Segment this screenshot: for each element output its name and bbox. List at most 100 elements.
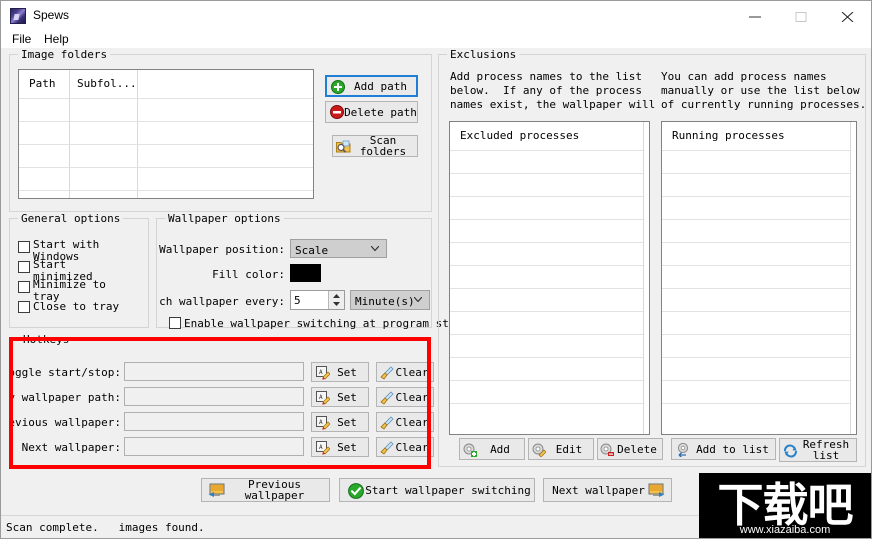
hotkey-clear-button-2[interactable]: Clear	[376, 387, 434, 407]
previous-wallpaper-button[interactable]: Previous wallpaper	[201, 478, 330, 502]
list-item[interactable]	[662, 288, 856, 311]
switch-interval-stepper[interactable]: 5	[290, 290, 345, 310]
excluded-processes-rows[interactable]	[450, 150, 649, 434]
exclusions-delete-label: Delete	[617, 442, 657, 456]
list-item[interactable]	[662, 219, 856, 242]
list-item[interactable]	[662, 265, 856, 288]
stepper-up-icon[interactable]	[333, 294, 340, 298]
add-to-list-label: Add to list	[696, 442, 769, 456]
list-item[interactable]	[662, 380, 856, 403]
next-wallpaper-button[interactable]: Next wallpaper	[543, 478, 672, 502]
hotkey-clear-button-4[interactable]: Clear	[376, 437, 434, 457]
checkbox-close-to-tray[interactable]	[18, 301, 30, 313]
exclusions-group: Exclusions Add process names to the list…	[438, 48, 866, 467]
start-wallpaper-switching-button[interactable]: Start wallpaper switching	[339, 478, 535, 502]
interval-unit-select[interactable]: Minute(s)	[350, 290, 430, 310]
list-item[interactable]	[450, 219, 649, 242]
list-item[interactable]	[662, 196, 856, 219]
watermark-overlay: 下载吧 www.xiazaiba.com	[699, 473, 871, 538]
add-circle-green-icon	[331, 80, 345, 94]
menu-item-help[interactable]: Help	[41, 32, 72, 46]
wallpaper-options-group: Wallpaper options Wallpaper position: Sc…	[156, 212, 482, 330]
wallpaper-position-select[interactable]: Scale	[290, 239, 387, 258]
excluded-processes-list[interactable]: Excluded processes	[449, 121, 650, 435]
minimize-button[interactable]	[733, 1, 779, 31]
scan-folders-button[interactable]: Scan folders	[332, 135, 418, 157]
hotkey-set-button-2[interactable]: A Set	[311, 387, 369, 407]
svg-text:A: A	[319, 444, 323, 451]
hotkey-clear-label-1: Clear	[395, 365, 429, 379]
hotkey-clear-label-2: Clear	[395, 390, 429, 404]
list-item[interactable]	[450, 357, 649, 380]
running-processes-list[interactable]: Running processes	[661, 121, 857, 435]
svg-text:A: A	[319, 369, 323, 376]
checkbox-start-with-windows[interactable]	[18, 241, 30, 253]
stepper-buttons[interactable]	[328, 291, 344, 309]
list-item[interactable]	[662, 311, 856, 334]
close-button[interactable]	[825, 1, 871, 31]
next-wallpaper-label: Next wallpaper	[552, 483, 645, 497]
exclusions-edit-button[interactable]: Edit	[528, 438, 594, 460]
checkbox-start-minimized[interactable]	[18, 261, 30, 273]
list-item[interactable]	[450, 403, 649, 426]
list-item[interactable]	[450, 334, 649, 357]
list-item[interactable]	[450, 311, 649, 334]
refresh-list-label: Refresh list	[802, 438, 850, 462]
broom-icon	[380, 416, 394, 430]
excluded-list-scrollbar[interactable]	[643, 122, 649, 434]
refresh-list-button[interactable]: Refresh list	[779, 438, 857, 462]
list-item[interactable]	[450, 173, 649, 196]
key-edit-icon: A	[316, 416, 330, 430]
list-item[interactable]	[662, 150, 856, 173]
folder-search-icon	[336, 140, 351, 153]
interval-unit-value: Minute(s)	[355, 295, 415, 308]
window-title: Spews	[33, 8, 70, 22]
add-path-button[interactable]: Add path	[325, 75, 418, 97]
add-to-list-button[interactable]: Add to list	[671, 438, 776, 460]
hotkey-input-copy-wallpaper-path[interactable]	[124, 387, 304, 406]
checkbox-minimize-to-tray[interactable]	[18, 281, 30, 293]
close-icon	[841, 12, 854, 22]
refresh-icon	[784, 444, 797, 458]
delete-path-button[interactable]: Delete path	[325, 101, 418, 123]
hotkey-input-toggle-start-stop[interactable]	[124, 362, 304, 381]
hotkey-input-previous-wallpaper[interactable]	[124, 412, 304, 431]
previous-wallpaper-label: Previous wallpaper	[244, 478, 305, 502]
running-list-scrollbar[interactable]	[850, 122, 856, 434]
green-check-icon	[348, 483, 364, 499]
list-item[interactable]	[450, 196, 649, 219]
menu-item-file[interactable]: File	[9, 32, 34, 46]
hotkey-input-next-wallpaper[interactable]	[124, 437, 304, 456]
exclusions-delete-button[interactable]: Delete	[597, 438, 663, 460]
list-item[interactable]	[450, 288, 649, 311]
list-item[interactable]	[662, 334, 856, 357]
exclusions-left-description: Add process names to the list below. If …	[450, 70, 656, 111]
hotkey-clear-button-1[interactable]: Clear	[376, 362, 434, 382]
maximize-button[interactable]	[779, 1, 825, 31]
exclusions-add-label: Add	[490, 442, 510, 456]
list-item[interactable]	[662, 242, 856, 265]
list-item[interactable]	[450, 242, 649, 265]
switch-interval-label: ch wallpaper every:	[159, 295, 285, 308]
stepper-down-icon[interactable]	[333, 302, 340, 306]
gear-delete-icon	[600, 443, 614, 456]
hotkey-set-button-4[interactable]: A Set	[311, 437, 369, 457]
list-item[interactable]	[450, 150, 649, 173]
image-folders-group: Image folders Path Subfol... Add path De…	[9, 48, 432, 212]
image-folders-title: Image folders	[18, 48, 111, 61]
running-processes-rows[interactable]	[662, 150, 856, 434]
list-item[interactable]	[662, 357, 856, 380]
exclusions-add-button[interactable]: Add	[459, 438, 525, 460]
hotkey-set-label-4: Set	[337, 440, 357, 454]
image-folders-table[interactable]: Path Subfol...	[18, 69, 314, 199]
list-item[interactable]	[450, 265, 649, 288]
checkbox-enable-on-startup[interactable]	[169, 317, 181, 329]
hotkey-set-button-3[interactable]: A Set	[311, 412, 369, 432]
list-item[interactable]	[662, 403, 856, 426]
monitor-next-icon	[648, 483, 665, 497]
list-item[interactable]	[662, 173, 856, 196]
hotkey-set-button-1[interactable]: A Set	[311, 362, 369, 382]
list-item[interactable]	[450, 380, 649, 403]
hotkey-clear-button-3[interactable]: Clear	[376, 412, 434, 432]
fill-color-swatch[interactable]	[290, 264, 321, 282]
